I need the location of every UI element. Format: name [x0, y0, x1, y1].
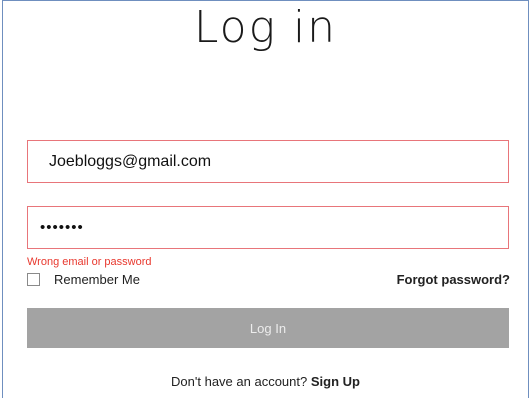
- remember-me-label[interactable]: Remember Me: [54, 272, 140, 287]
- forgot-password-link[interactable]: Forgot password?: [397, 272, 510, 287]
- password-field[interactable]: [28, 207, 508, 248]
- signup-prompt: Don't have an account? Sign Up: [0, 374, 531, 389]
- error-message: Wrong email or password: [27, 256, 152, 268]
- email-field-container: [27, 140, 509, 183]
- signup-link[interactable]: Sign Up: [311, 374, 360, 389]
- signup-prompt-text: Don't have an account?: [171, 374, 308, 389]
- login-button[interactable]: Log In: [27, 308, 509, 348]
- page-title: Log in: [193, 2, 338, 53]
- remember-me: Remember Me: [27, 272, 140, 287]
- password-field-container: [27, 206, 509, 249]
- remember-me-checkbox[interactable]: [27, 273, 40, 286]
- email-field[interactable]: [28, 141, 508, 182]
